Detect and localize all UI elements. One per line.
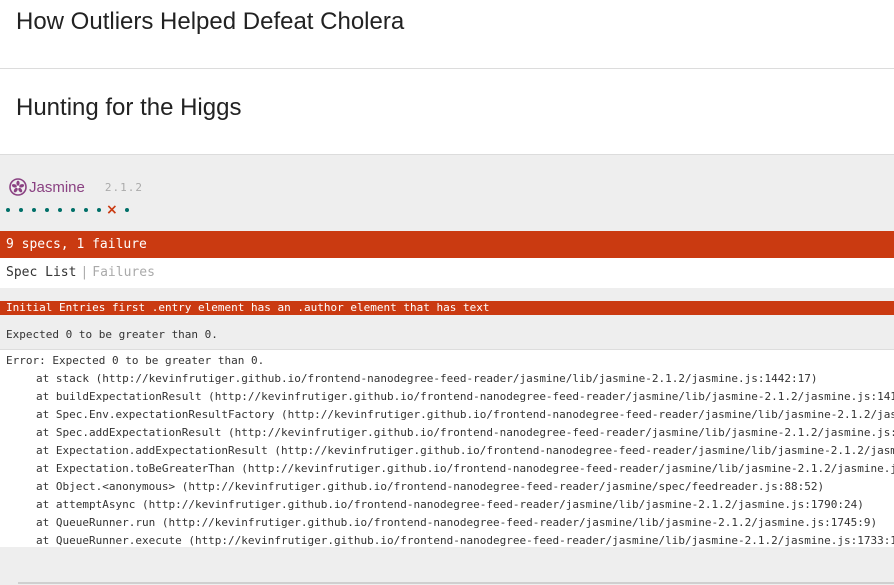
stack-frame: at Expectation.addExpectationResult (htt… (36, 444, 894, 457)
stack-frame: at Expectation.toBeGreaterThan (http://k… (36, 462, 894, 475)
feed-entry[interactable]: How Outliers Helped Defeat Cholera (0, 0, 894, 68)
jasmine-logo-link[interactable]: Jasmine (9, 178, 85, 196)
entry-title: How Outliers Helped Defeat Cholera (16, 8, 405, 35)
jasmine-logo-text: Jasmine (29, 178, 85, 196)
passed-spec-dot[interactable] (6, 208, 10, 212)
stack-frame: at Object.<anonymous> (http://kevinfruti… (36, 480, 825, 493)
jasmine-flower-icon (9, 178, 27, 196)
failure-message: Expected 0 to be greater than 0. (6, 328, 218, 341)
stack-trace: Error: Expected 0 to be greater than 0. … (0, 349, 894, 547)
stack-frame: at buildExpectationResult (http://kevinf… (36, 390, 894, 403)
menu-separator: | (80, 265, 89, 280)
feed-entry[interactable]: Hunting for the Higgs (0, 69, 894, 154)
failed-spec-marker[interactable]: × (106, 203, 118, 217)
stack-frame: at Spec.Env.expectationResultFactory (ht… (36, 408, 894, 421)
passed-spec-dot[interactable] (97, 208, 101, 212)
jasmine-banner: Jasmine 2.1.2 (9, 176, 143, 198)
results-menu: Spec List | Failures (0, 258, 894, 288)
reporter-bottom-divider (18, 582, 894, 584)
stack-frame: at QueueRunner.run (http://kevinfrutiger… (36, 516, 878, 529)
passed-spec-dot[interactable] (84, 208, 88, 212)
stack-error-line: Error: Expected 0 to be greater than 0. (6, 354, 265, 367)
stack-frame: at Spec.addExpectationResult (http://kev… (36, 426, 894, 439)
jasmine-reporter: Jasmine 2.1.2 × 9 specs, 1 failure Spec … (0, 155, 894, 585)
passed-spec-dot[interactable] (71, 208, 75, 212)
passed-spec-dot[interactable] (45, 208, 49, 212)
passed-spec-dot[interactable] (32, 208, 36, 212)
failure-summary-bar: 9 specs, 1 failure (0, 231, 894, 258)
jasmine-version: 2.1.2 (104, 180, 143, 194)
passed-spec-dot[interactable] (19, 208, 23, 212)
spec-symbol-summary: × (6, 203, 138, 217)
entry-title: Hunting for the Higgs (16, 94, 242, 121)
stack-frame: at attemptAsync (http://kevinfrutiger.gi… (36, 498, 864, 511)
passed-spec-dot[interactable] (58, 208, 62, 212)
passed-spec-dot[interactable] (124, 208, 129, 212)
spec-list-link[interactable]: Spec List (6, 265, 76, 280)
stack-frame: at stack (http://kevinfrutiger.github.io… (36, 372, 818, 385)
stack-frame: at QueueRunner.execute (http://kevinfrut… (36, 534, 894, 547)
failures-link[interactable]: Failures (92, 265, 155, 280)
failed-spec-title[interactable]: Initial Entries first .entry element has… (0, 301, 894, 315)
